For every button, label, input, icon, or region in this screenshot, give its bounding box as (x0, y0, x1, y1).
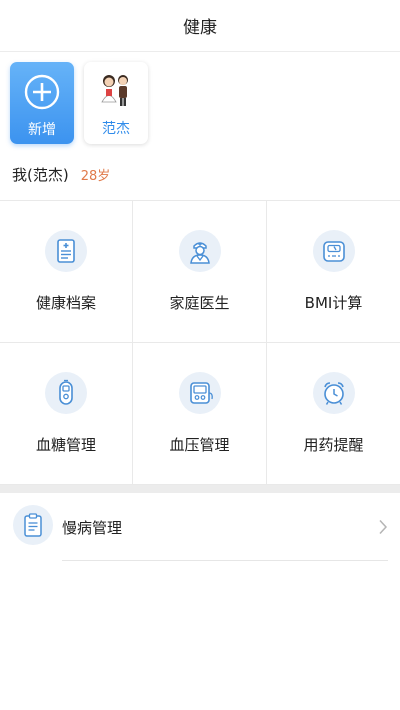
clipboard-icon (24, 513, 42, 537)
scale-icon (322, 241, 345, 262)
glucose-management-button[interactable]: 血糖管理 (0, 343, 133, 485)
alarm-clock-icon (323, 382, 344, 405)
grid-item-label: 血糖管理 (35, 436, 96, 454)
health-feature-grid: 健康档案 家庭医生 BMI计算 血糖管理 血压管理 用药提醒 (0, 200, 400, 485)
chronic-disease-management-row[interactable]: 慢病管理 (0, 493, 400, 561)
member-name: 范杰 (102, 121, 130, 137)
blood-pressure-button[interactable]: 血压管理 (133, 343, 267, 485)
list-item-label: 慢病管理 (62, 518, 123, 537)
plus-circle-icon (24, 74, 60, 110)
profile-row: 我(范杰) 28岁 (0, 148, 400, 200)
grid-item-label: BMI计算 (304, 294, 363, 312)
glucose-meter-icon (59, 379, 73, 405)
medication-reminder-button[interactable]: 用药提醒 (267, 343, 400, 485)
blood-pressure-icon (189, 382, 213, 404)
member-card[interactable]: 范杰 (84, 62, 148, 144)
bmi-calculator-button[interactable]: BMI计算 (267, 201, 400, 343)
family-doctor-button[interactable]: 家庭医生 (133, 201, 267, 343)
profile-age: 28岁 (80, 168, 111, 184)
health-record-button[interactable]: 健康档案 (0, 201, 133, 343)
grid-item-label: 健康档案 (35, 294, 96, 312)
family-members: 新增 范杰 (0, 52, 400, 148)
doctor-icon (189, 242, 210, 264)
grid-item-label: 血压管理 (169, 436, 230, 454)
page-title: 健康 (183, 18, 217, 38)
grid-item-label: 家庭医生 (169, 294, 230, 312)
add-member-button[interactable]: 新增 (10, 62, 74, 144)
avatar (101, 75, 128, 106)
top-bar: 健康 (0, 0, 400, 52)
profile-name: 我(范杰) (12, 165, 69, 184)
add-member-label: 新增 (28, 122, 56, 138)
chevron-right-icon (379, 519, 388, 535)
grid-item-label: 用药提醒 (303, 436, 364, 454)
health-record-icon (57, 239, 75, 263)
section-divider (0, 485, 400, 493)
row-divider (62, 560, 388, 561)
